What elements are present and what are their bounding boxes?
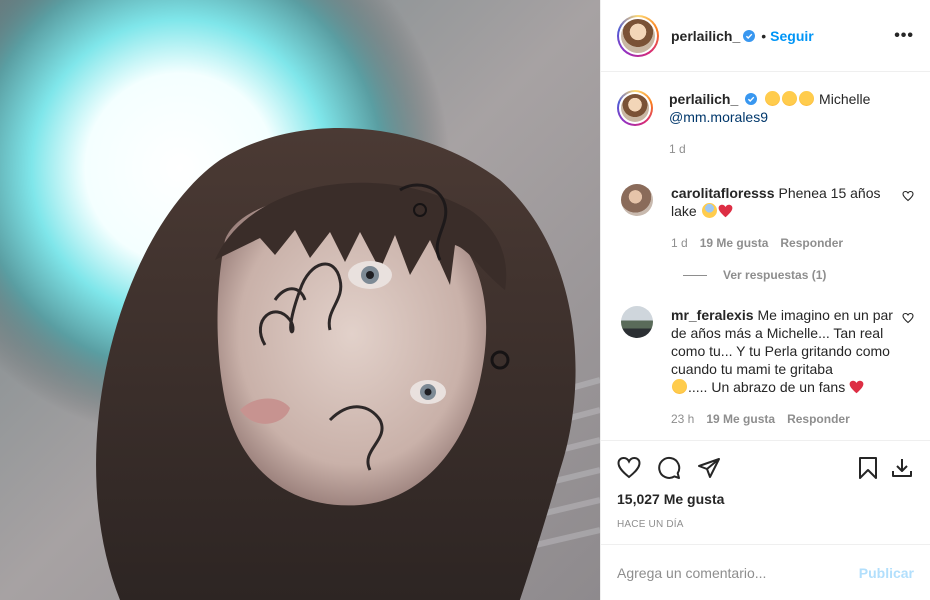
caption-mention-link[interactable]: @mm.morales9 xyxy=(669,109,768,125)
comment-avatar[interactable] xyxy=(621,184,653,216)
post-header: perlailich_ • Seguir ••• xyxy=(601,0,930,72)
comment-input[interactable] xyxy=(617,564,859,581)
post-timestamp[interactable]: HACE UN DÍA xyxy=(617,519,914,544)
red-heart-emoji-icon xyxy=(849,380,864,394)
share-icon[interactable] xyxy=(697,456,721,480)
author-username[interactable]: perlailich_ xyxy=(671,28,740,44)
reply-button[interactable]: Responder xyxy=(787,410,850,428)
star-eyes-emoji-icon xyxy=(765,91,781,106)
view-replies-button[interactable]: Ver respuestas (1) xyxy=(683,268,914,282)
comment-like-icon[interactable] xyxy=(902,312,914,324)
star-eyes-emoji-icon xyxy=(782,91,798,106)
add-comment-bar: Publicar xyxy=(601,544,930,600)
like-icon[interactable] xyxy=(617,456,641,480)
caption-text: Michelle xyxy=(815,91,871,107)
crying-laughing-emoji-icon xyxy=(672,379,687,394)
reply-button[interactable]: Responder xyxy=(780,234,843,252)
caption-avatar[interactable] xyxy=(617,90,653,126)
view-replies-label: Ver respuestas (1) xyxy=(723,268,827,282)
more-options-icon[interactable]: ••• xyxy=(894,27,914,45)
author-avatar[interactable] xyxy=(617,14,659,57)
publish-button[interactable]: Publicar xyxy=(859,565,914,581)
red-heart-emoji-icon xyxy=(718,204,732,218)
replies-divider xyxy=(683,274,707,276)
post-actions: 15,027 Me gusta HACE UN DÍA xyxy=(601,440,930,544)
comment-time: 23 h xyxy=(671,412,695,426)
save-icon[interactable] xyxy=(856,456,880,480)
caption-username[interactable]: perlailich_ xyxy=(669,91,738,107)
likes-count[interactable]: 15,027 Me gusta xyxy=(617,491,914,507)
download-icon[interactable] xyxy=(890,456,914,480)
comment-time: 1 d xyxy=(671,236,688,250)
separator-dot: • xyxy=(761,27,767,44)
comment-username[interactable]: carolitafloresss xyxy=(671,185,775,201)
comment-likes[interactable]: 19 Me gusta xyxy=(700,234,769,252)
comment-icon[interactable] xyxy=(657,456,681,480)
comment-likes[interactable]: 19 Me gusta xyxy=(706,410,775,428)
post-sidebar: perlailich_ • Seguir ••• perlailich_ Mic… xyxy=(600,0,930,600)
comment-row: mr_feralexis Me imagino en un par de años… xyxy=(617,306,914,428)
post-photo[interactable] xyxy=(0,0,600,600)
caption-time: 1 d xyxy=(669,142,686,156)
comment-like-icon[interactable] xyxy=(902,190,914,202)
caption: perlailich_ Michelle @mm.morales9 1 d xyxy=(617,90,914,158)
fearful-face-emoji-icon xyxy=(701,203,717,218)
star-eyes-emoji-icon xyxy=(799,91,815,106)
comments-section: perlailich_ Michelle @mm.morales9 1 d ca… xyxy=(601,72,930,440)
post-image xyxy=(0,0,600,600)
comment-row: carolitafloresss Phenea 15 años lake 1 d … xyxy=(617,184,914,252)
comment-avatar[interactable] xyxy=(621,306,653,338)
comment-username[interactable]: mr_feralexis xyxy=(671,307,754,323)
follow-button[interactable]: Seguir xyxy=(770,28,814,44)
verified-icon xyxy=(745,93,758,105)
verified-icon xyxy=(743,29,756,42)
comment-text-tail: ..... Un abrazo de un fans xyxy=(688,379,846,395)
